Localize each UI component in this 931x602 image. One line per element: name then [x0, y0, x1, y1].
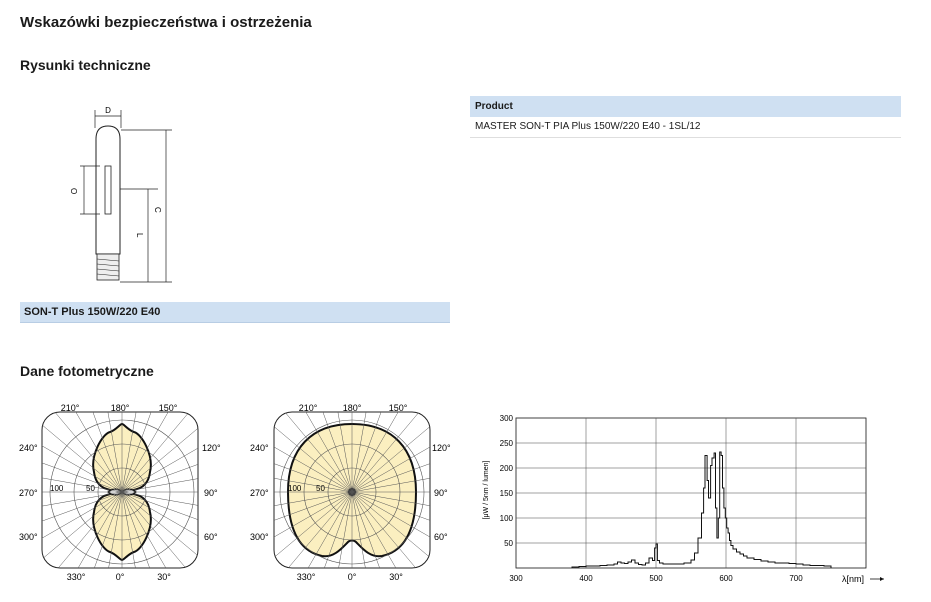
polar-2-angle-120: 120°: [432, 443, 451, 453]
polar-2-radial-100: 100: [288, 484, 302, 493]
polar-1-angle-300: 300°: [19, 532, 38, 542]
product-table: Product MASTER SON-T PIA Plus 150W/220 E…: [470, 96, 901, 138]
polar-1-angle-30: 30°: [157, 572, 171, 582]
polar-1-angle-180: 180°: [111, 403, 130, 413]
polar-2-angle-270: 270°: [250, 488, 269, 498]
polar-2-angle-60: 60°: [434, 532, 448, 542]
section-heading-photometric: Dane fotometryczne: [20, 363, 154, 379]
polar-1-angle-210: 210°: [61, 403, 80, 413]
spectrum-y-tick-label: 100: [500, 514, 514, 523]
polar-2-angle-30: 30°: [389, 572, 403, 582]
dim-d-label: D: [105, 106, 111, 115]
dim-l-label: L: [135, 233, 144, 238]
product-table-row: MASTER SON-T PIA Plus 150W/220 E40 - 1SL…: [470, 117, 901, 138]
spec-label-band: SON-T Plus 150W/220 E40: [20, 302, 450, 323]
polar-2-angle-90: 90°: [434, 488, 448, 498]
spectrum-y-tick-label: 150: [500, 489, 514, 498]
polar-1-angle-330: 330°: [67, 572, 86, 582]
polar-2-angle-300: 300°: [250, 532, 269, 542]
polar-1-radial-50: 50: [86, 484, 95, 493]
polar-1-radial-100: 100: [50, 484, 64, 493]
polar-diagram-2: 100 50 210° 180° 150° 240° 270° 300° 120…: [250, 403, 451, 582]
lamp-technical-drawing: D O L C: [69, 106, 172, 283]
spectrum-y-tick-label: 250: [500, 439, 514, 448]
polar-2-angle-330: 330°: [297, 572, 316, 582]
polar-2-angle-180: 180°: [343, 403, 362, 413]
spectrum-x-ticks: 300 400 500 600 700: [509, 574, 803, 583]
product-table-header: Product: [470, 96, 901, 117]
spectrum-x-tick-label: 500: [649, 574, 663, 583]
spectrum-x-tick-label: 400: [579, 574, 593, 583]
polar-diagram-1: 100 50 210° 180° 150° 240° 270° 300° 120…: [19, 403, 221, 582]
polar-1-angle-90: 90°: [204, 488, 218, 498]
polar-2-angle-240: 240°: [250, 443, 269, 453]
polar-1-angle-120: 120°: [202, 443, 221, 453]
polar-2-angle-0: 0°: [348, 572, 357, 582]
page-title: Wskazówki bezpieczeństwa i ostrzeżenia: [20, 14, 312, 31]
polar-2-grid: [274, 412, 430, 568]
spectrum-x-tick-label: 300: [509, 574, 523, 583]
polar-1-grid: [42, 412, 198, 568]
polar-2-angle-150: 150°: [389, 403, 408, 413]
spectral-distribution-chart: 50 100 150 200 250 300 300 400 500 600 700 [μW / …: [483, 414, 884, 584]
spectrum-y-ticks: 50 100 150 200 250 300: [500, 414, 514, 548]
dim-c-label: C: [153, 207, 162, 213]
spectrum-y-axis-label: [μW / 5nm / lumen]: [483, 461, 490, 520]
polar-1-angle-60: 60°: [204, 532, 218, 542]
polar-1-angle-150: 150°: [159, 403, 178, 413]
polar-1-angle-240: 240°: [19, 443, 38, 453]
section-heading-drawings: Rysunki techniczne: [20, 57, 151, 73]
spectrum-x-tick-label: 600: [719, 574, 733, 583]
polar-2-radial-50: 50: [316, 484, 325, 493]
spectrum-y-tick-label: 50: [504, 539, 513, 548]
polar-1-angle-270: 270°: [19, 488, 38, 498]
spectrum-grid: [515, 417, 867, 569]
spectrum-y-tick-label: 200: [500, 464, 514, 473]
polar-2-angle-210: 210°: [299, 403, 318, 413]
dim-o-label: O: [69, 188, 78, 194]
spectrum-y-tick-label: 300: [500, 414, 514, 423]
spectrum-x-tick-label: 700: [789, 574, 803, 583]
polar-1-angle-0: 0°: [116, 572, 125, 582]
spectrum-x-axis-label: λ[nm]: [842, 574, 864, 584]
